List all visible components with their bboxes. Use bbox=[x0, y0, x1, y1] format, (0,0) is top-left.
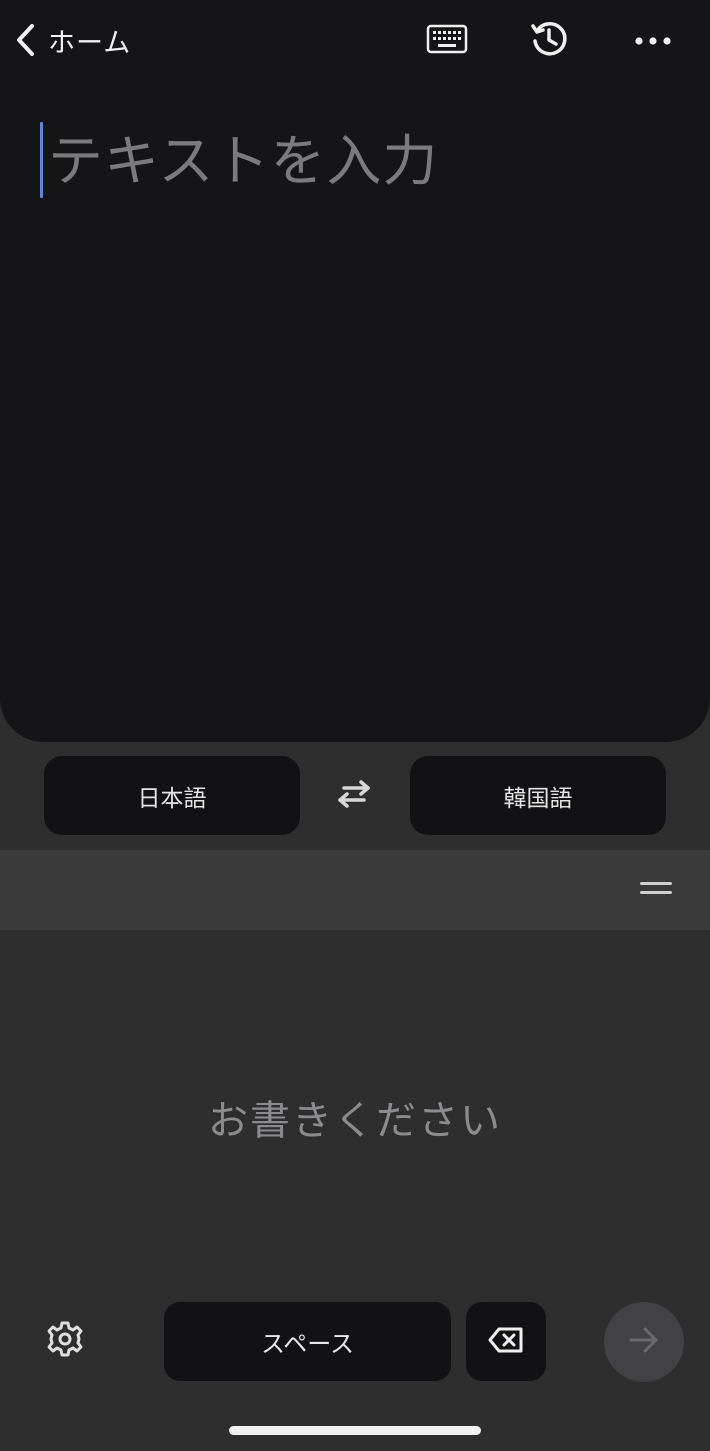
drag-handle-icon[interactable] bbox=[640, 882, 672, 896]
back-label: ホーム bbox=[48, 27, 132, 59]
space-label: スペース bbox=[260, 1330, 355, 1358]
enter-button[interactable] bbox=[604, 1302, 684, 1382]
history-button[interactable] bbox=[526, 18, 572, 64]
text-caret bbox=[40, 122, 43, 198]
target-language-label: 韓国語 bbox=[503, 785, 573, 812]
more-button[interactable] bbox=[630, 18, 676, 64]
source-language-label: 日本語 bbox=[137, 785, 207, 812]
text-input-panel: ホーム テキストを入力 bbox=[0, 0, 710, 742]
back-button[interactable]: ホーム bbox=[14, 18, 131, 62]
gear-icon bbox=[46, 1320, 84, 1362]
home-indicator[interactable] bbox=[229, 1426, 481, 1435]
source-language-button[interactable]: 日本語 bbox=[44, 756, 300, 835]
backspace-button[interactable] bbox=[466, 1302, 546, 1381]
space-button[interactable]: スペース bbox=[164, 1302, 451, 1381]
text-input-field[interactable]: テキストを入力 bbox=[40, 120, 660, 210]
more-horizontal-icon bbox=[633, 32, 673, 51]
handwriting-hint: お書きください bbox=[208, 1098, 502, 1144]
keyboard-icon bbox=[426, 24, 468, 58]
settings-button[interactable] bbox=[42, 1318, 88, 1364]
chevron-left-icon bbox=[14, 22, 38, 58]
target-language-button[interactable]: 韓国語 bbox=[410, 756, 666, 835]
swap-arrows-icon bbox=[334, 778, 374, 814]
history-icon bbox=[529, 19, 569, 63]
handwriting-pad-header bbox=[0, 850, 710, 930]
input-placeholder: テキストを入力 bbox=[48, 129, 439, 193]
swap-languages-button[interactable] bbox=[330, 772, 378, 820]
arrow-right-icon bbox=[628, 1326, 660, 1358]
backspace-icon bbox=[488, 1327, 524, 1357]
handwriting-canvas[interactable]: お書きください bbox=[0, 930, 710, 1290]
keyboard-button[interactable] bbox=[424, 18, 470, 64]
